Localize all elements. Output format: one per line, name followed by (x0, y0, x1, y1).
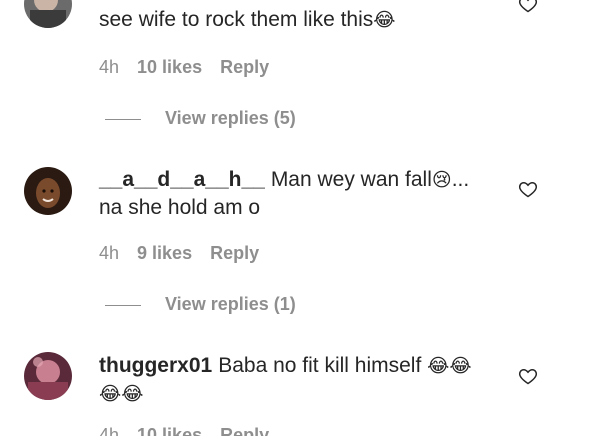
avatar[interactable] (24, 0, 72, 28)
comment-username[interactable]: __a__d__a__h__ (99, 168, 265, 191)
comment-text: see wife to rock them like this😂 (99, 6, 489, 34)
laughing-emoji: 😂😂 (99, 383, 144, 405)
comment-body: Baba no fit kill himself (218, 354, 422, 377)
laughing-emoji: 😂 (373, 9, 396, 31)
comment-text: __a__d__a__h__ Man wey wan fall😢... na sh… (99, 166, 489, 222)
heart-icon[interactable] (518, 0, 538, 14)
heart-icon[interactable] (518, 179, 538, 199)
avatar[interactable] (24, 167, 72, 215)
divider-line (105, 118, 141, 120)
reply-button[interactable]: Reply (210, 242, 259, 264)
likes-count[interactable]: 9 likes (137, 242, 192, 264)
view-replies-button[interactable]: View replies (1) (105, 293, 296, 315)
view-replies-label: View replies (5) (165, 108, 296, 128)
likes-count[interactable]: 10 likes (137, 56, 202, 78)
comment-time: 4h (99, 57, 120, 77)
comment-time: 4h (99, 425, 120, 436)
comment-body-part1: Man wey wan fall (270, 168, 432, 191)
view-replies-label: View replies (1) (165, 294, 296, 314)
reply-button[interactable]: Reply (220, 424, 269, 436)
comment-meta: 4h 9 likes Reply (99, 242, 259, 264)
comment-meta: 4h 10 likes Reply (99, 424, 269, 436)
comment-username[interactable]: thuggerx01 (99, 354, 212, 377)
divider-line (105, 304, 141, 306)
crying-emoji: 😢 (431, 169, 452, 191)
comments-screen: see wife to rock them like this😂 4h 10 li… (0, 0, 600, 436)
comment-meta: 4h 10 likes Reply (99, 56, 269, 78)
view-replies-button[interactable]: View replies (5) (105, 107, 296, 129)
heart-icon[interactable] (518, 366, 538, 386)
laughing-emoji: 😂😂 (427, 355, 472, 377)
reply-button[interactable]: Reply (220, 56, 269, 78)
comment-text: thuggerx01 Baba no fit kill himself 😂😂 😂😂 (99, 352, 489, 408)
avatar[interactable] (24, 352, 72, 400)
likes-count[interactable]: 10 likes (137, 424, 202, 436)
comment-time: 4h (99, 243, 120, 263)
comment-body: see wife to rock them like this (99, 8, 374, 31)
